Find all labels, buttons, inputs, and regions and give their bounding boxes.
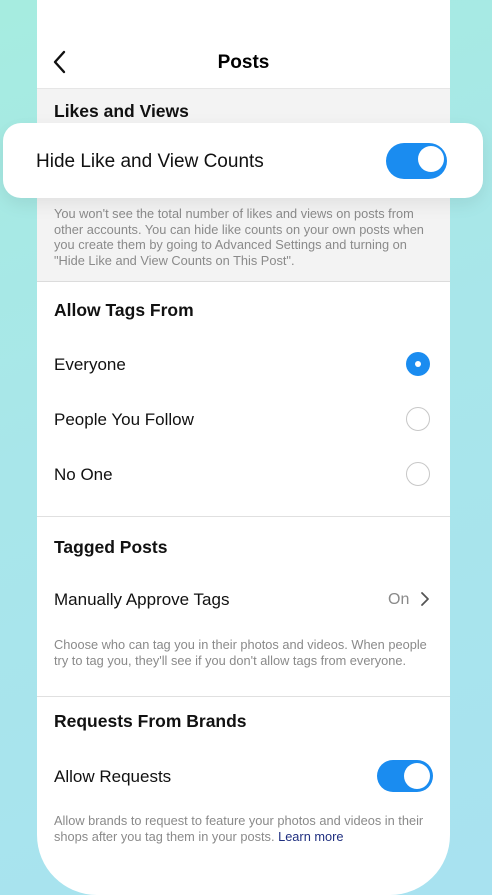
brands-description-text: Allow brands to request to feature your … <box>54 813 424 844</box>
hide-counts-row-highlight[interactable]: Hide Like and View Counts <box>3 123 483 198</box>
hide-counts-label: Hide Like and View Counts <box>36 151 264 172</box>
likes-views-heading: Likes and Views <box>54 101 189 121</box>
page-title: Posts <box>217 52 270 73</box>
section-divider <box>37 516 450 517</box>
tagged-posts-description: Choose who can tag you in their photos a… <box>54 637 427 668</box>
allow-tags-heading: Allow Tags From <box>54 300 194 320</box>
option-people-you-follow-label[interactable]: People You Follow <box>54 410 194 430</box>
navigation-bar: Posts <box>37 0 450 89</box>
allow-requests-toggle[interactable] <box>377 760 433 792</box>
tagged-posts-heading: Tagged Posts <box>54 537 168 557</box>
chevron-right-icon[interactable] <box>420 591 430 607</box>
brands-description: Allow brands to request to feature your … <box>54 813 434 844</box>
allow-requests-label: Allow Requests <box>54 767 172 786</box>
requests-from-brands-heading: Requests From Brands <box>54 711 247 731</box>
radio-no-one[interactable] <box>406 462 430 486</box>
hide-counts-toggle[interactable] <box>386 143 447 179</box>
manually-approve-tags-label[interactable]: Manually Approve Tags <box>54 590 229 610</box>
option-no-one-label[interactable]: No One <box>54 465 113 485</box>
manually-approve-tags-value[interactable]: On <box>388 591 409 609</box>
option-everyone-label[interactable]: Everyone <box>54 355 126 375</box>
likes-views-description: You won't see the total number of likes … <box>54 206 424 268</box>
learn-more-link[interactable]: Learn more <box>278 829 343 844</box>
radio-everyone[interactable] <box>406 352 430 376</box>
section-divider <box>37 696 450 697</box>
radio-people-you-follow[interactable] <box>406 407 430 431</box>
